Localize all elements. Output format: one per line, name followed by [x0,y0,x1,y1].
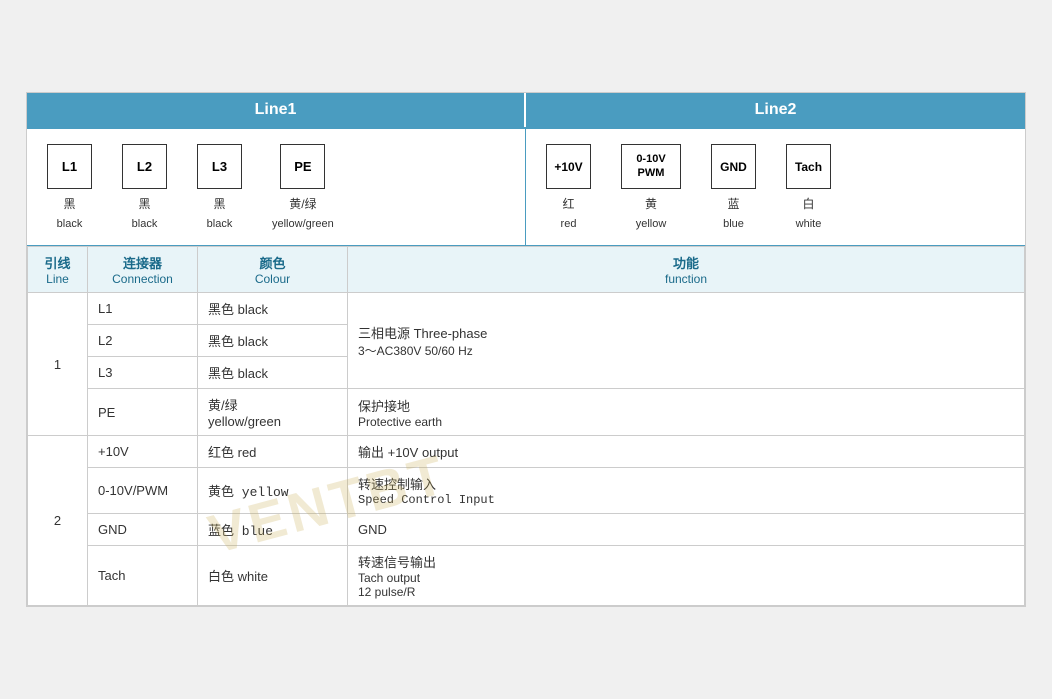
page-container: Line1 Line2 L1 黑 black L2 黑 black [26,92,1026,607]
connector-l3-box: L3 [197,144,242,189]
connector-10v-box: +10V [546,144,591,189]
connector-gnd-cn: 蓝 [727,195,739,212]
connector-pwm-en: yellow [636,218,667,230]
th-colour: 颜色 Colour [198,247,348,293]
connector-10v-cn: 红 [562,195,574,212]
line2-header-label: Line2 [755,101,797,118]
connector-l1-box: L1 [47,144,92,189]
connector-l3: L3 黑 black [197,144,242,230]
th-func-en: function [358,272,1014,286]
func-1-pe-en: Protective earth [358,415,1014,429]
colour-1-l1: 黑色 black [198,293,348,325]
colour-2-tach: 白色 white [198,546,348,606]
func-2-tach-cn: 转速信号输出 [358,552,1014,571]
func-1-pe-cn: 保护接地 [358,396,1014,415]
conn-2-tach: Tach [88,546,198,606]
diagram-row: L1 黑 black L2 黑 black L3 黑 black [27,129,1025,246]
th-colour-cn: 颜色 [208,253,337,272]
connector-tach-en: white [796,218,822,230]
func-2-10v-cn: 输出 +10V output [358,442,1014,461]
func-2-tach: 转速信号输出 Tach output 12 pulse/R [348,546,1025,606]
func-1-l1-en: 3～AC380V 50/60 Hz [358,342,1014,359]
th-function: 功能 function [348,247,1025,293]
func-1-l1-l3: 三相电源 Three-phase 3～AC380V 50/60 Hz [348,293,1025,389]
connector-l2-cn: 黑 [138,195,150,212]
connector-l1-cn: 黑 [63,195,75,212]
connector-tach-cn: 白 [802,195,814,212]
colour-1-l2: 黑色 black [198,325,348,357]
line2-header: Line2 [526,93,1025,127]
connector-l3-en: black [207,218,233,230]
func-2-gnd: GND [348,514,1025,546]
line-number-2: 2 [28,436,88,606]
table-row-1-pe: PE 黄/绿yellow/green 保护接地 Protective earth [28,389,1025,436]
line2-diagram: +10V 红 red 0-10VPWM 黄 yellow GND 蓝 blue [526,129,1025,245]
connector-l2: L2 黑 black [122,144,167,230]
connector-gnd: GND 蓝 blue [711,144,756,230]
colour-1-pe: 黄/绿yellow/green [198,389,348,436]
func-2-pwm-en: Speed Control Input [358,493,1014,507]
connector-l3-cn: 黑 [213,195,225,212]
colour-2-10v: 红色 red [198,436,348,468]
line1-diagram: L1 黑 black L2 黑 black L3 黑 black [27,129,526,245]
data-table: 引线 Line 连接器 Connection 颜色 Colour 功能 func… [27,246,1025,606]
th-line-en: Line [38,272,77,286]
th-line-cn: 引线 [38,253,77,272]
colour-2-gnd: 蓝色 blue [198,514,348,546]
main-table-container: Line1 Line2 L1 黑 black L2 黑 black [26,92,1026,607]
func-2-tach-en: Tach output [358,571,1014,585]
conn-2-10v: +10V [88,436,198,468]
table-row-2-gnd: GND 蓝色 blue GND [28,514,1025,546]
connector-l2-en: black [132,218,158,230]
table-row-2-tach: Tach 白色 white 转速信号输出 Tach output 12 puls… [28,546,1025,606]
th-conn-en: Connection [98,272,187,286]
func-2-gnd-cn: GND [358,522,1014,537]
th-colour-en: Colour [208,272,337,286]
line-number-1: 1 [28,293,88,436]
connector-gnd-box: GND [711,144,756,189]
connector-pwm-cn: 黄 [645,195,657,212]
connector-pe: PE 黄/绿 yellow/green [272,144,334,230]
th-func-cn: 功能 [358,253,1014,272]
header-row: Line1 Line2 [27,93,1025,129]
connector-pe-cn: 黄/绿 [289,195,316,212]
table-row-2-10v: 2 +10V 红色 red 输出 +10V output [28,436,1025,468]
connector-l2-box: L2 [122,144,167,189]
colour-2-pwm: 黄色 yellow [198,468,348,514]
line1-header: Line1 [27,93,526,127]
th-line: 引线 Line [28,247,88,293]
conn-1-l3: L3 [88,357,198,389]
line1-header-label: Line1 [255,101,297,118]
conn-1-pe: PE [88,389,198,436]
connector-l1-en: black [57,218,83,230]
connector-pwm-box: 0-10VPWM [621,144,681,189]
table-row-2-pwm: 0-10V/PWM 黄色 yellow 转速控制输入 Speed Control… [28,468,1025,514]
col-header-row: 引线 Line 连接器 Connection 颜色 Colour 功能 func… [28,247,1025,293]
th-conn-cn: 连接器 [98,253,187,272]
func-2-pwm-cn: 转速控制输入 [358,474,1014,493]
connector-pwm: 0-10VPWM 黄 yellow [621,144,681,230]
th-connection: 连接器 Connection [88,247,198,293]
connector-pe-en: yellow/green [272,218,334,230]
connector-tach-box: Tach [786,144,831,189]
table-row-1-l1: 1 L1 黑色 black 三相电源 Three-phase 3～AC380V … [28,293,1025,325]
func-2-pwm: 转速控制输入 Speed Control Input [348,468,1025,514]
func-1-l1-cn: 三相电源 Three-phase [358,323,1014,342]
conn-2-gnd: GND [88,514,198,546]
connector-l1: L1 黑 black [47,144,92,230]
colour-1-l3: 黑色 black [198,357,348,389]
func-1-pe: 保护接地 Protective earth [348,389,1025,436]
connector-gnd-en: blue [723,218,744,230]
func-2-tach-en2: 12 pulse/R [358,585,1014,599]
conn-1-l1: L1 [88,293,198,325]
connector-pe-box: PE [280,144,325,189]
conn-2-pwm: 0-10V/PWM [88,468,198,514]
connector-10v: +10V 红 red [546,144,591,230]
func-2-10v: 输出 +10V output [348,436,1025,468]
conn-1-l2: L2 [88,325,198,357]
connector-10v-en: red [561,218,577,230]
connector-tach: Tach 白 white [786,144,831,230]
